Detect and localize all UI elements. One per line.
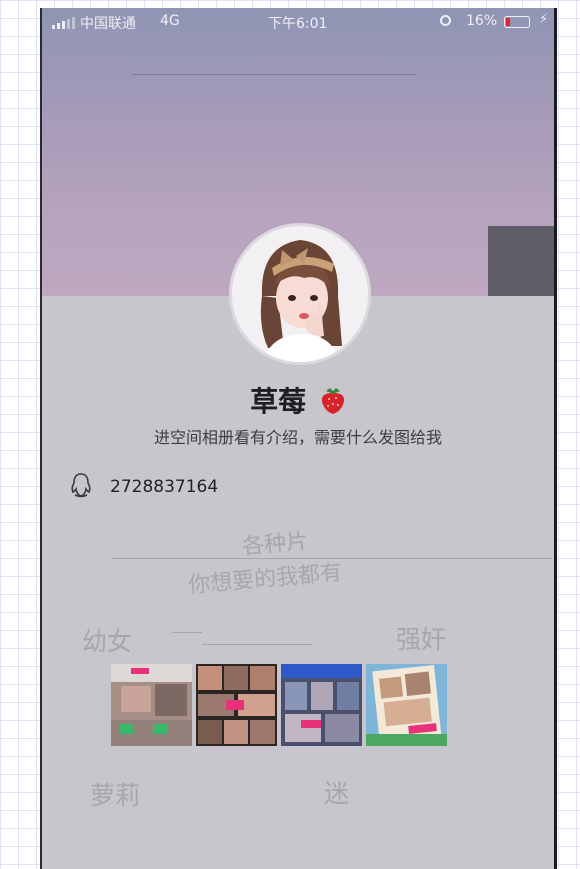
thumbnail-strip [111, 664, 447, 746]
overlay-word-1: 幼女 [82, 627, 133, 656]
overlay-word-2: 强奸 [396, 625, 447, 654]
overlay-word-4: 迷 [324, 779, 350, 808]
profile-name: 草莓 [250, 385, 307, 418]
network-type: 4G [160, 13, 180, 29]
thumbnail-1[interactable] [111, 664, 192, 746]
scribble-line-2 [202, 644, 312, 645]
status-bar: 中国联通 4G 下午6:01 16% ⚡ [42, 8, 554, 36]
battery-fill [506, 18, 510, 26]
status-time: 下午6:01 [268, 16, 328, 32]
thumbnail-3[interactable] [281, 664, 362, 746]
qq-penguin-icon [70, 472, 92, 502]
overlay-line-2: 你想要的我都有 [187, 560, 344, 599]
thumbnail-4[interactable] [366, 664, 447, 746]
battery-icon [504, 16, 530, 28]
scribble-line-1 [172, 632, 202, 633]
qq-row[interactable]: 2728837164 [70, 472, 218, 502]
overlay-word-3: 萝莉 [90, 781, 141, 810]
orientation-lock-icon [440, 15, 451, 26]
battery-percent: 16% [466, 13, 498, 29]
phone-screen: 中国联通 4G 下午6:01 16% ⚡ 草莓 进空间相册看有介绍，需要什么发图… [40, 8, 557, 869]
signal-bars-icon [52, 17, 75, 29]
profile-bio: 进空间相册看有介绍，需要什么发图给我 [153, 428, 442, 447]
charging-bolt-icon: ⚡ [539, 12, 549, 27]
qq-number: 2728837164 [110, 477, 219, 497]
avatar[interactable] [229, 223, 371, 365]
divider-line [112, 558, 552, 559]
overlay-line-1: 各种片 [241, 529, 310, 560]
cover-dark-block [488, 226, 554, 296]
profile-name-row: 草莓 [42, 380, 554, 422]
cover-line [132, 74, 417, 75]
carrier-name: 中国联通 [80, 16, 136, 32]
thumbnail-2[interactable] [196, 664, 277, 746]
strawberry-icon [320, 385, 346, 422]
